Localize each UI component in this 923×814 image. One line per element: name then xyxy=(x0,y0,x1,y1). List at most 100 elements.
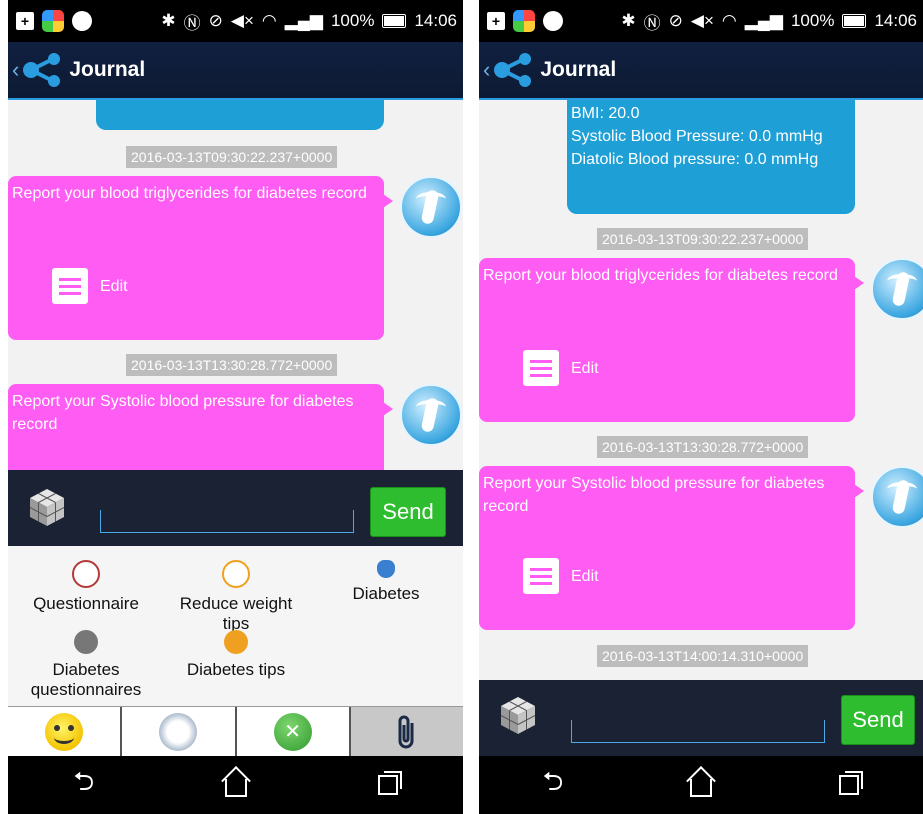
menu-item-reduce-weight-tips[interactable]: Reduce weight tips xyxy=(166,560,306,634)
tips-icon xyxy=(224,630,248,654)
menu-item-diabetes-questionnaires[interactable]: Diabetes questionnaires xyxy=(16,630,156,700)
edit-button[interactable]: Edit xyxy=(52,268,128,304)
recents-nav-icon[interactable] xyxy=(377,771,402,795)
edit-button[interactable]: Edit xyxy=(523,558,599,594)
message-bubble[interactable]: Report your blood triglycerides for diab… xyxy=(8,176,393,340)
menu-item-label: Diabetes xyxy=(352,584,420,603)
app-bar: ‹ Journal xyxy=(8,42,463,100)
message-timestamp: 2016-03-13T14:00:14.310+0000 xyxy=(597,645,809,667)
right-phone-screen: + ✱ Ⓝ ⊘ ◀× ◠ ▂▄▆ 100% 14:06 ‹ Journal BM… xyxy=(479,0,923,814)
battery-icon xyxy=(842,14,867,28)
bot-avatar xyxy=(400,176,462,238)
tab-compass[interactable] xyxy=(122,707,237,757)
message-bubble[interactable]: Report your Systolic blood pressure for … xyxy=(8,384,393,470)
app-notification-icon xyxy=(42,10,64,32)
back-nav-icon[interactable]: ⮌ xyxy=(543,763,564,807)
send-button[interactable]: Send xyxy=(370,487,446,537)
edit-label: Edit xyxy=(100,277,128,295)
send-button[interactable]: Send xyxy=(841,695,915,745)
message-bubble[interactable]: Report your Systolic blood pressure for … xyxy=(479,466,864,630)
tab-network[interactable]: ✕ xyxy=(236,707,351,757)
paperclip-icon xyxy=(398,715,414,749)
diabetes-icon xyxy=(377,560,395,578)
message-input[interactable] xyxy=(100,510,354,533)
edit-label: Edit xyxy=(571,567,599,585)
info-line: Diatolic Blood pressure: 0.0 mmHg xyxy=(571,151,819,168)
info-line: Systolic Blood Pressure: 0.0 mmHg xyxy=(571,128,823,145)
menu-item-diabetes-tips[interactable]: Diabetes tips xyxy=(166,630,306,680)
share-logo-icon[interactable] xyxy=(492,52,536,88)
page-title: Journal xyxy=(69,58,146,81)
nfc-icon: Ⓝ xyxy=(183,13,201,33)
system-nav-bar: ⮌ xyxy=(479,756,923,814)
menu-item-label: Diabetes questionnaires xyxy=(30,660,142,699)
tab-attachment[interactable] xyxy=(350,707,463,757)
app-bar: ‹ Journal xyxy=(479,42,923,100)
message-timestamp: 2016-03-13T13:30:28.772+0000 xyxy=(126,354,338,376)
mute-icon: ◀× xyxy=(230,11,254,30)
signal-icon: ▂▄▆ xyxy=(284,11,323,30)
menu-item-diabetes[interactable]: Diabetes xyxy=(324,560,448,604)
bot-avatar xyxy=(400,384,462,446)
message-bubble[interactable]: Report your blood triglycerides for diab… xyxy=(479,258,864,422)
back-chevron-icon[interactable]: ‹ xyxy=(12,57,19,83)
status-bar: + ✱ Ⓝ ⊘ ◀× ◠ ▂▄▆ 100% 14:06 xyxy=(479,0,923,42)
page-title: Journal xyxy=(540,58,617,81)
attachment-menu: Questionnaire Reduce weight tips Diabete… xyxy=(8,546,463,706)
home-nav-icon[interactable] xyxy=(224,779,247,797)
compass-icon xyxy=(159,713,198,751)
notification-plus-icon: + xyxy=(16,12,34,30)
message-text: Report your Systolic blood pressure for … xyxy=(12,393,354,433)
cube-menu-icon[interactable] xyxy=(497,694,539,736)
edit-form-icon xyxy=(523,558,559,594)
bottom-tabs: ✕ xyxy=(8,706,463,757)
status-bar: + ✱ Ⓝ ⊘ ◀× ◠ ▂▄▆ 100% 14:06 xyxy=(8,0,463,42)
message-text: Report your Systolic blood pressure for … xyxy=(483,475,825,515)
menu-item-label: Reduce weight tips xyxy=(179,594,293,633)
edit-label: Edit xyxy=(571,359,599,377)
info-bubble-partial xyxy=(96,100,384,130)
edit-form-icon xyxy=(523,350,559,386)
bot-avatar xyxy=(871,466,923,528)
mute-icon: ◀× xyxy=(690,11,714,30)
back-chevron-icon[interactable]: ‹ xyxy=(483,57,490,83)
battery-percent: 100% xyxy=(330,11,375,30)
bluetooth-icon: ✱ xyxy=(621,11,636,30)
edit-form-icon xyxy=(52,268,88,304)
nfc-icon: Ⓝ xyxy=(643,13,661,33)
network-icon: ✕ xyxy=(273,713,312,751)
questionnaire-icon xyxy=(72,560,100,588)
battery-percent: 100% xyxy=(790,11,835,30)
edit-button[interactable]: Edit xyxy=(523,350,599,386)
tab-emoji[interactable] xyxy=(8,707,123,757)
bot-avatar xyxy=(871,258,923,320)
message-timestamp: 2016-03-13T13:30:28.772+0000 xyxy=(597,436,809,458)
smiley-icon xyxy=(45,713,84,751)
signal-icon: ▂▄▆ xyxy=(744,11,783,30)
back-nav-icon[interactable]: ⮌ xyxy=(73,763,94,807)
wifi-icon: ◠ xyxy=(721,11,737,30)
recents-nav-icon[interactable] xyxy=(839,771,864,795)
message-input[interactable] xyxy=(571,720,825,743)
info-line: BMI: 20.0 xyxy=(571,105,640,122)
questionnaire-gray-icon xyxy=(74,630,98,654)
battery-icon xyxy=(382,14,407,28)
left-phone-screen: + ✱ Ⓝ ⊘ ◀× ◠ ▂▄▆ 100% 14:06 ‹ Journal 20… xyxy=(8,0,463,814)
menu-item-label: Diabetes tips xyxy=(186,660,286,679)
do-not-disturb-icon: ⊘ xyxy=(668,11,683,30)
message-input-bar: Send xyxy=(479,680,923,756)
home-nav-icon[interactable] xyxy=(690,779,713,797)
message-timestamp: 2016-03-13T09:30:22.237+0000 xyxy=(126,146,338,168)
cube-menu-icon[interactable] xyxy=(26,486,68,528)
menu-item-questionnaire[interactable]: Questionnaire xyxy=(16,560,156,614)
search-tips-icon xyxy=(222,560,250,588)
app-notification-icon xyxy=(513,10,535,32)
clock: 14:06 xyxy=(874,11,917,30)
wifi-icon: ◠ xyxy=(261,11,277,30)
chat-list[interactable]: BMI: 20.0 Systolic Blood Pressure: 0.0 m… xyxy=(479,100,923,680)
share-logo-icon[interactable] xyxy=(21,52,65,88)
message-timestamp: 2016-03-13T09:30:22.237+0000 xyxy=(597,228,809,250)
chat-list[interactable]: 2016-03-13T09:30:22.237+0000 Report your… xyxy=(8,100,463,470)
message-text: Report your blood triglycerides for diab… xyxy=(12,185,367,202)
system-nav-bar: ⮌ xyxy=(8,756,463,814)
